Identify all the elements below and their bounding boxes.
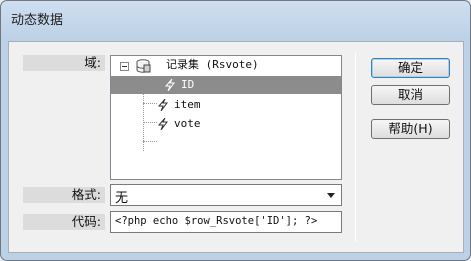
format-select[interactable]: 无	[110, 184, 342, 206]
tree-item-label: item	[174, 98, 201, 111]
cancel-button[interactable]: 取消	[371, 85, 450, 105]
database-icon	[136, 59, 151, 73]
help-button[interactable]: 帮助(H)	[371, 119, 450, 139]
ok-button[interactable]: 确定	[371, 58, 450, 78]
dynamic-data-dialog: 动态数据 域: 记录集 (Rsvote) ID item vote 格式: 无 …	[0, 0, 471, 261]
code-field-value: <?php echo $row_Rsvote['ID']; ?>	[115, 215, 318, 227]
dialog-client-area: 域: 记录集 (Rsvote) ID item vote 格式: 无 代码: <…	[8, 41, 464, 253]
code-field[interactable]: <?php echo $row_Rsvote['ID']; ?>	[110, 211, 342, 233]
format-label: 格式:	[23, 187, 105, 203]
dialog-title: 动态数据	[11, 13, 64, 28]
lightning-icon	[164, 79, 175, 91]
code-label: 代码:	[23, 214, 105, 230]
domain-label: 域:	[23, 55, 105, 71]
chevron-down-icon[interactable]	[327, 193, 335, 198]
tree-item-id[interactable]: ID	[111, 76, 341, 94]
vertical-separator	[355, 52, 356, 242]
tree-item-label: vote	[174, 117, 201, 130]
data-source-tree[interactable]: 记录集 (Rsvote) ID item vote	[110, 55, 342, 180]
format-select-value: 无	[115, 191, 129, 206]
tree-item-item[interactable]: item	[111, 96, 341, 114]
collapse-toggle[interactable]	[120, 62, 129, 71]
recordset-node[interactable]: 记录集 (Rsvote)	[166, 56, 259, 74]
tree-item-vote[interactable]: vote	[111, 115, 341, 133]
tree-item-label: ID	[181, 78, 195, 91]
tree-guide-branch	[143, 141, 157, 142]
lightning-icon	[157, 99, 168, 111]
lightning-icon	[157, 118, 168, 130]
